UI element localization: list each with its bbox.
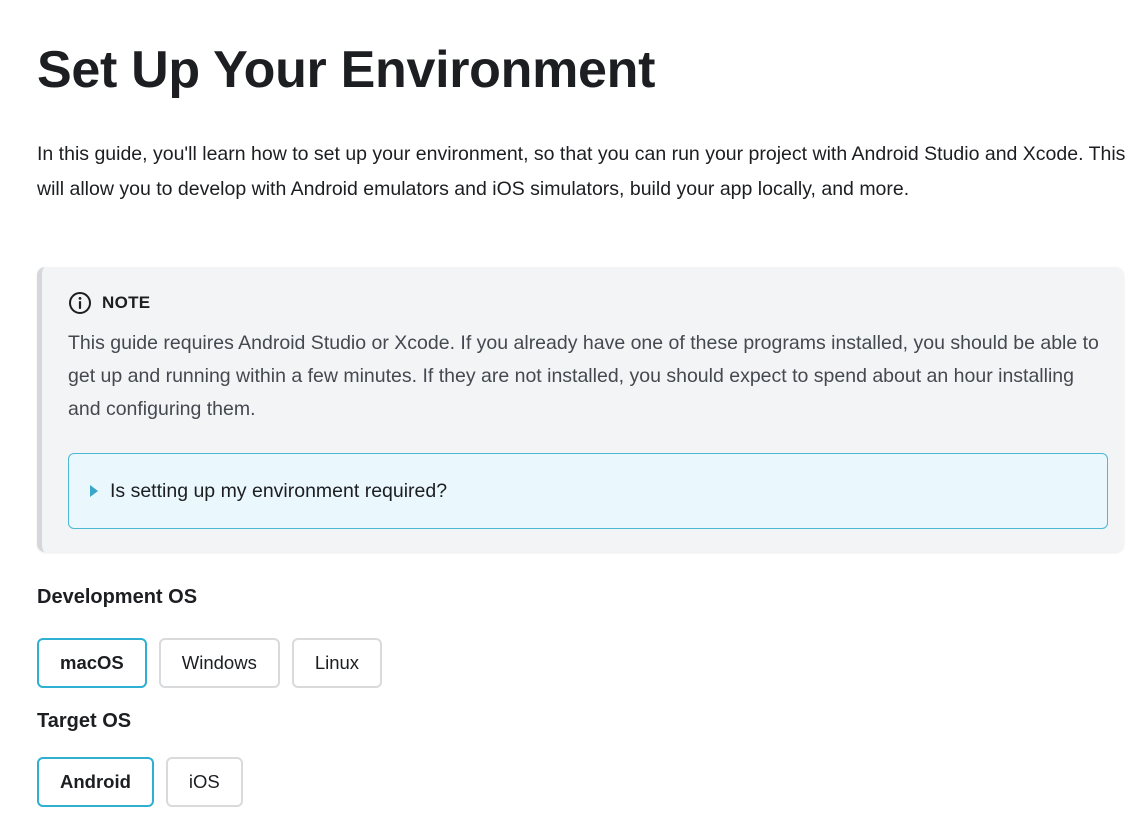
tab-linux[interactable]: Linux <box>291 638 383 688</box>
target-os-label: Target OS <box>37 710 132 732</box>
tab-macos[interactable]: macOS <box>37 638 147 688</box>
note-body: This guide requires Android Studio or Xc… <box>68 332 1099 420</box>
development-os-label: Development OS <box>37 586 198 608</box>
development-os-tabs: macOS Windows Linux <box>37 638 383 688</box>
page: Set Up Your Environment In this guide, y… <box>0 0 1141 818</box>
tab-ios[interactable]: iOS <box>165 757 243 807</box>
environment-required-details[interactable]: Is setting up my environment required? <box>68 453 1108 529</box>
page-title: Set Up Your Environment <box>37 41 656 99</box>
details-summary: Is setting up my environment required? <box>110 479 448 502</box>
note-admonition: NOTE This guide requires Android Studio … <box>37 267 1124 552</box>
tab-android[interactable]: Android <box>37 757 154 807</box>
intro-paragraph: In this guide, you'll learn how to set u… <box>37 143 1126 200</box>
info-icon <box>68 291 92 315</box>
note-header: NOTE <box>68 291 150 315</box>
caret-right-icon <box>90 485 98 497</box>
note-label: NOTE <box>102 293 151 312</box>
target-os-tabs: Android iOS <box>37 757 243 807</box>
tab-windows[interactable]: Windows <box>158 638 280 688</box>
